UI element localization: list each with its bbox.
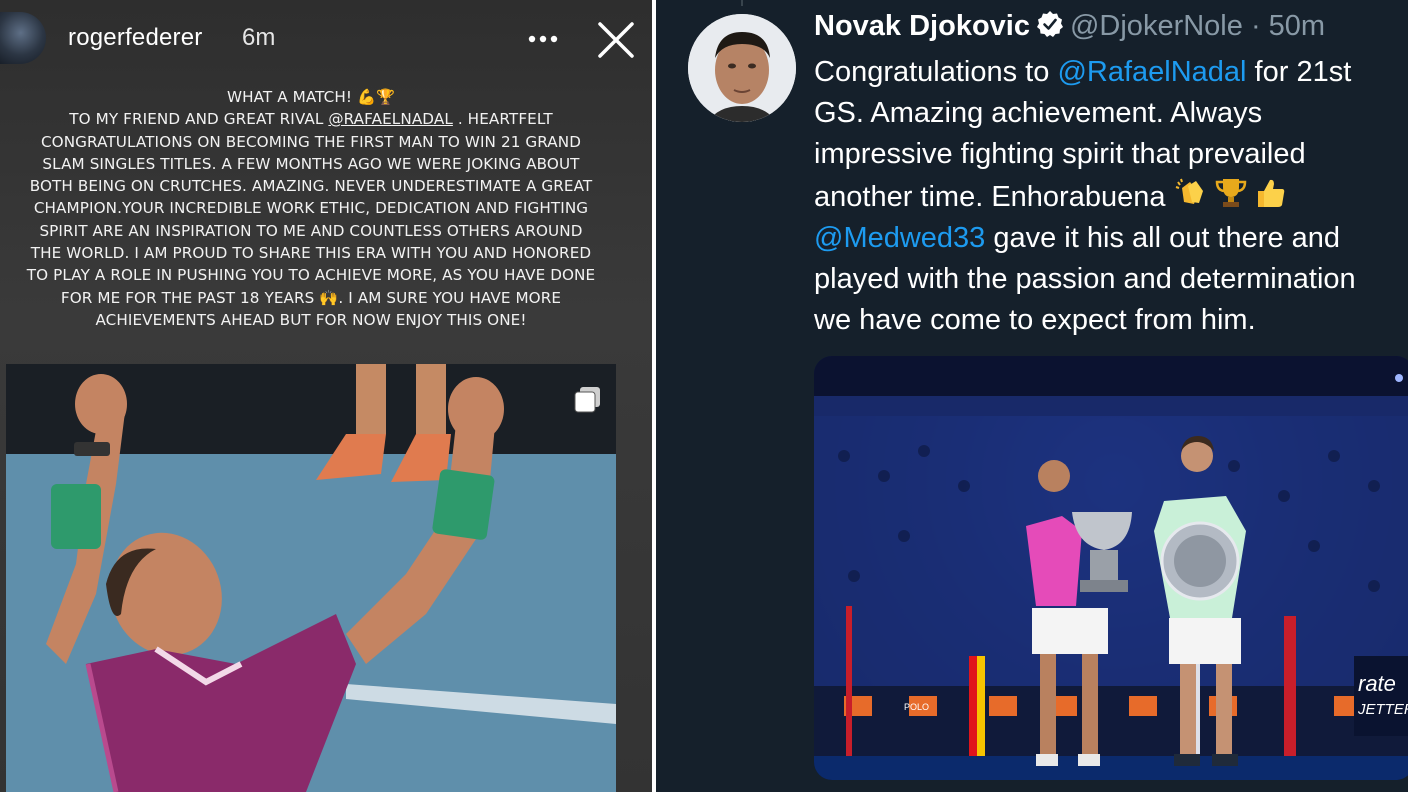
caption-line: SPIRIT ARE AN INSPIRATION TO ME AND COUN… — [39, 221, 583, 240]
tweet-line: we have come to expect from him. — [814, 304, 1256, 337]
tweet-media-trophy-ceremony[interactable]: POLO rate JETTE — [814, 356, 1408, 780]
caption-line: BOTH BEING ON CRUTCHES. AMAZING. NEVER U… — [29, 177, 593, 196]
tweet-text: Congratulations to @RafaelNadal for 21st… — [814, 52, 1408, 341]
trophy-ceremony-illustration: POLO rate JETTE — [814, 356, 1408, 780]
story-timestamp: 6m — [242, 24, 276, 51]
more-horizontal-icon — [528, 35, 558, 43]
mention-rafaelnadal[interactable]: @RAFAELNADAL — [328, 110, 453, 128]
thumbs-up-icon — [1257, 179, 1284, 207]
tweet-line: Congratulations to @RafaelNadal for 21st — [814, 56, 1352, 88]
caption-line: TO MY FRIEND AND GREAT RIVAL @RAFAELNADA… — [69, 110, 553, 129]
thread-line — [741, 0, 743, 6]
caption-line: CHAMPION.YOUR INCREDIBLE WORK ETHIC, DED… — [33, 199, 589, 218]
more-options-button[interactable] — [524, 24, 564, 52]
separator-dot: · — [1250, 10, 1261, 42]
clapping-hands-icon — [1175, 178, 1203, 204]
trophy-icon — [1215, 178, 1246, 207]
user-handle[interactable]: @DjokerNole — [1070, 10, 1243, 42]
close-button[interactable] — [596, 20, 636, 60]
mention-medwed33[interactable]: @Medwed33 — [814, 222, 985, 254]
story-header: rogerfederer 6m — [0, 0, 652, 80]
djokovic-avatar-illustration — [688, 14, 796, 122]
close-icon — [598, 22, 634, 58]
tweet-header: Novak Djokovic @DjokerNole · 50m — [814, 10, 1325, 43]
tweet-timestamp[interactable]: 50m — [1269, 10, 1325, 42]
story-photo-nadal-celebrating[interactable] — [6, 364, 616, 792]
tweet-line: GS. Amazing achievement. Always — [814, 97, 1263, 130]
story-caption: WHAT A MATCH! 💪🏆 TO MY FRIEND AND GREAT … — [6, 86, 616, 331]
tweet-line: another time. Enhorabuena — [814, 176, 1408, 218]
nadal-celebration-illustration — [6, 364, 616, 792]
display-name[interactable]: Novak Djokovic — [814, 10, 1030, 42]
caption-line: ACHIEVEMENTS AHEAD BUT FOR NOW ENJOY THI… — [95, 310, 527, 329]
caption-line: TO PLAY A ROLE IN PUSHING YOU TO ACHIEVE… — [26, 266, 596, 285]
caption-line: THE WORLD. I AM PROUD TO SHARE THIS ERA … — [30, 244, 592, 263]
tweet: Novak Djokovic @DjokerNole · 50m Congrat… — [656, 0, 1408, 792]
mention-rafaelnadal[interactable]: @RafaelNadal — [1057, 56, 1246, 88]
caption-line: FOR ME FOR THE PAST 18 YEARS 🙌. I AM SUR… — [60, 288, 562, 307]
story-username[interactable]: rogerfederer — [68, 24, 202, 52]
stadium-sign-text: rate — [1358, 671, 1396, 696]
caption-line: SLAM SINGLES TITLES. A FEW MONTHS AGO WE… — [42, 154, 580, 173]
tweet-line: impressive fighting spirit that prevaile… — [814, 138, 1306, 171]
multiple-images-icon — [574, 387, 600, 413]
stadium-sign-subtext: JETTER — [1357, 701, 1408, 718]
instagram-story: rogerfederer 6m WHAT A MATCH! 💪🏆 TO MY F… — [0, 0, 652, 792]
avatar[interactable] — [688, 14, 796, 122]
verified-badge-icon — [1036, 11, 1063, 37]
ballkid-shirt-text: POLO — [904, 702, 929, 712]
tweet-line: played with the passion and determinatio… — [814, 263, 1356, 296]
caption-line: CONGRATULATIONS ON BECOMING THE FIRST MA… — [40, 132, 582, 151]
caption-line: WHAT A MATCH! 💪🏆 — [226, 88, 396, 106]
tweet-line: @Medwed33 gave it his all out there and — [814, 221, 1340, 254]
story-avatar[interactable] — [0, 12, 46, 64]
